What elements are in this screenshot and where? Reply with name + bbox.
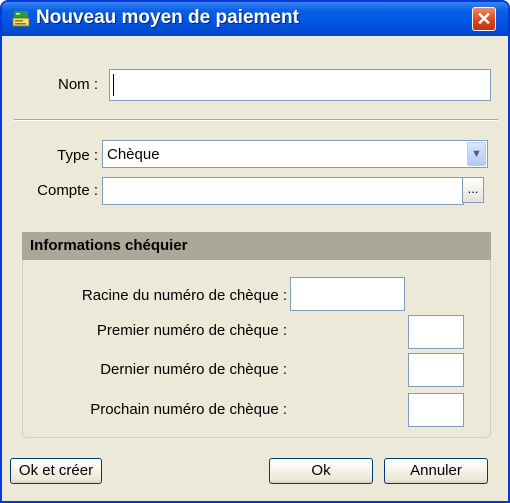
type-value: Chèque [107,146,160,163]
next-cheque-prefix [290,393,405,427]
checkbook-section-title: Informations chéquier [30,237,188,254]
account-input[interactable] [102,177,464,205]
account-label: Compte : [37,182,98,199]
last-cheque-prefix [290,353,405,387]
cheque-root-label: Racine du numéro de chèque : [81,287,287,304]
next-cheque-input[interactable] [408,393,464,427]
separator [14,119,498,121]
text-cursor [113,74,114,96]
close-button[interactable]: ✕ [472,7,496,31]
ok-create-button[interactable]: Ok et créer [10,458,102,484]
chevron-down-icon[interactable]: ▼ [467,142,486,166]
type-select[interactable]: Chèque ▼ [102,140,488,168]
dialog-window: Nouveau moyen de paiement ✕ Nom : Type :… [0,0,510,503]
last-cheque-input[interactable] [408,353,464,387]
ok-button[interactable]: Ok [269,458,373,484]
next-cheque-label: Prochain numéro de chèque : [90,401,287,418]
payment-icon [12,11,30,27]
dialog-title: Nouveau moyen de paiement [36,7,299,28]
checkbook-section-header: Informations chéquier [22,232,491,260]
first-cheque-prefix [290,315,405,349]
type-label: Type : [57,147,98,164]
title-bar[interactable]: Nouveau moyen de paiement ✕ [2,2,508,36]
cheque-root-input[interactable] [290,277,405,311]
browse-account-button[interactable]: ... [462,177,484,203]
first-cheque-input[interactable] [408,315,464,349]
cancel-button[interactable]: Annuler [384,458,488,484]
name-input[interactable] [109,69,491,101]
name-label: Nom : [57,76,98,93]
first-cheque-label: Premier numéro de chèque : [96,322,287,339]
last-cheque-label: Dernier numéro de chèque : [100,361,287,378]
